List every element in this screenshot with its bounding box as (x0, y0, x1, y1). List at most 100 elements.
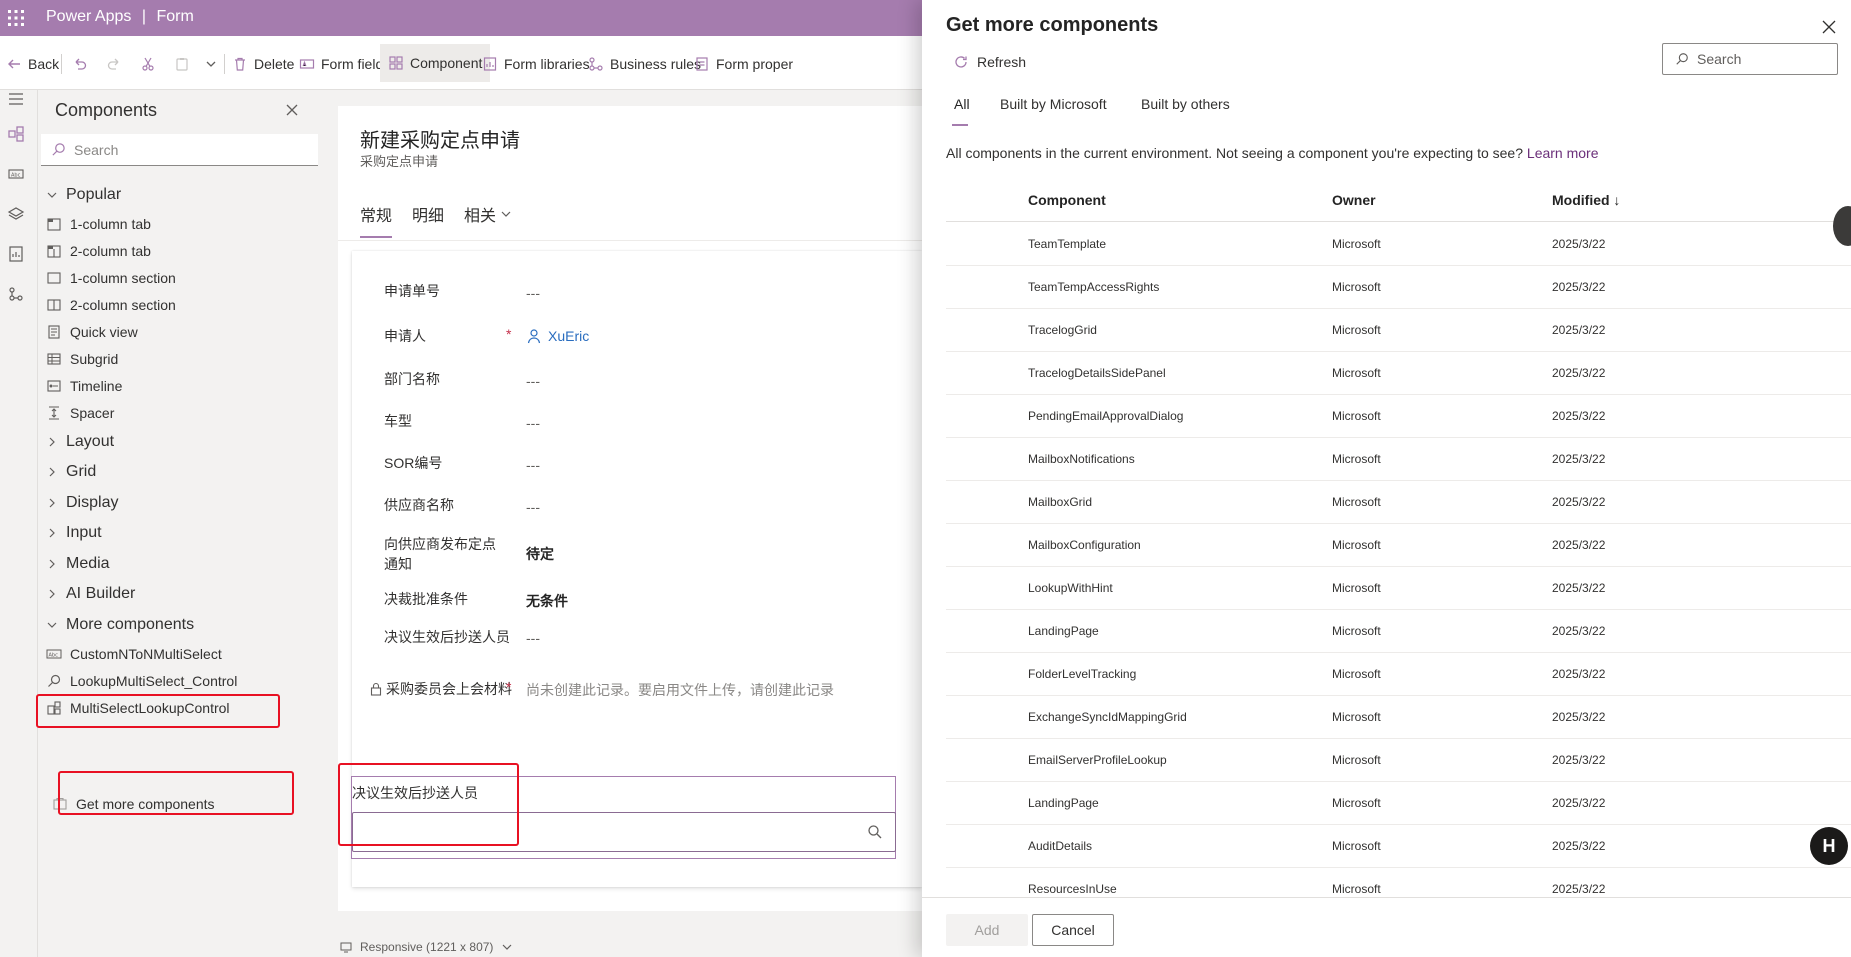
business-rules-button[interactable]: Business rules (588, 53, 701, 75)
table-row[interactable]: TracelogDetailsSidePanel Microsoft 2025/3/… (946, 352, 1851, 395)
app-launcher-icon[interactable] (7, 9, 25, 27)
component-item-subgrid[interactable]: Subgrid (46, 351, 118, 367)
assistant-button[interactable]: H (1810, 827, 1848, 865)
form-libraries-button[interactable]: Form libraries (482, 53, 590, 75)
delete-button[interactable]: Delete (232, 53, 294, 75)
field-value[interactable]: --- (526, 283, 540, 303)
redo-button[interactable] (106, 53, 122, 75)
components-rail-icon[interactable] (7, 125, 25, 143)
table-row[interactable]: AuditDetails Microsoft 2025/3/22 (946, 825, 1851, 868)
table-row[interactable]: LandingPage Microsoft 2025/3/22 (946, 782, 1851, 825)
group-media[interactable]: Media (46, 555, 110, 573)
search-icon (48, 674, 61, 687)
table-row[interactable]: TeamTemplate Microsoft 2025/3/22 (946, 223, 1851, 266)
group-label: Popular (66, 186, 122, 203)
cell-component-name: TeamTemplate (1028, 237, 1107, 251)
group-grid[interactable]: Grid (46, 463, 96, 481)
table-row[interactable]: MailboxGrid Microsoft 2025/3/22 (946, 481, 1851, 524)
group-ai-builder[interactable]: AI Builder (46, 585, 135, 603)
group-display[interactable]: Display (46, 494, 118, 512)
form-field-button[interactable]: Form field (299, 53, 383, 75)
field-value[interactable]: --- (526, 455, 540, 475)
component-item-custom-n-to-n[interactable]: Abc CustomNToNMultiSelect (46, 646, 222, 662)
add-button[interactable]: Add (946, 914, 1028, 946)
paste-button[interactable] (174, 53, 190, 75)
table-columns-rail-icon[interactable]: Abc (7, 165, 25, 183)
field-value[interactable]: 待定 (526, 544, 554, 564)
tree-view-rail-icon[interactable] (7, 205, 25, 223)
group-popular[interactable]: Popular (46, 186, 121, 204)
applicant-lookup-link[interactable]: XuEric (526, 326, 589, 346)
table-row[interactable]: MailboxConfiguration Microsoft 2025/3/22 (946, 524, 1851, 567)
svg-text:Abc: Abc (11, 173, 21, 179)
field-value[interactable]: --- (526, 371, 540, 391)
group-layout[interactable]: Layout (46, 433, 114, 451)
responsive-selector[interactable]: Responsive (1221 x 807) (340, 940, 513, 954)
table-row[interactable]: TeamTempAccessRights Microsoft 2025/3/22 (946, 266, 1851, 309)
field-label-locked: 采购委员会上会材料 (370, 679, 512, 699)
table-row[interactable]: ExchangeSyncIdMappingGrid Microsoft 2025/3… (946, 696, 1851, 739)
column-header-modified[interactable]: Modified ↓ (1552, 192, 1620, 208)
table-row[interactable]: FolderLevelTracking Microsoft 2025/3/22 (946, 653, 1851, 696)
undo-icon (75, 58, 87, 70)
dialog-info-text: All components in the current environmen… (946, 145, 1599, 161)
highlight-box (338, 763, 519, 846)
undo-button[interactable] (72, 53, 88, 75)
column-header-owner[interactable]: Owner (1332, 192, 1376, 208)
more-dropdown-button[interactable] (203, 53, 219, 75)
component-item-spacer[interactable]: Spacer (46, 405, 114, 421)
field-value[interactable]: --- (526, 497, 540, 517)
field-value[interactable]: --- (526, 413, 540, 433)
column-header-component[interactable]: Component (1028, 192, 1106, 208)
close-icon[interactable] (1822, 20, 1836, 34)
tab-general[interactable]: 常规 (360, 202, 392, 226)
group-input[interactable]: Input (46, 524, 102, 542)
table-row[interactable]: LookupWithHint Microsoft 2025/3/22 (946, 567, 1851, 610)
group-label: Input (66, 524, 102, 541)
component-item-timeline[interactable]: Timeline (46, 378, 122, 394)
chevron-down-icon (206, 61, 216, 67)
component-button[interactable]: Component (380, 44, 491, 82)
tab-details[interactable]: 明细 (412, 202, 444, 226)
tab-built-by-others[interactable]: Built by others (1141, 96, 1230, 112)
cell-owner: Microsoft (1332, 581, 1381, 595)
highlight-box (58, 771, 294, 815)
table-row[interactable]: PendingEmailApprovalDialog Microsoft 2025/… (946, 395, 1851, 438)
cell-component-name: MailboxNotifications (1028, 452, 1135, 466)
item-label: 1-column section (70, 270, 176, 286)
tab-built-by-microsoft[interactable]: Built by Microsoft (1000, 96, 1107, 112)
learn-more-link[interactable]: Learn more (1527, 145, 1599, 161)
cell-modified: 2025/3/22 (1552, 710, 1606, 724)
form-libraries-rail-icon[interactable] (7, 245, 25, 263)
component-item-lookup-multiselect[interactable]: LookupMultiSelect_Control (46, 673, 237, 689)
tab-related[interactable]: 相关 (464, 202, 512, 226)
table-row[interactable]: TracelogGrid Microsoft 2025/3/22 (946, 309, 1851, 352)
chevron-right-icon (49, 437, 55, 447)
refresh-button[interactable]: Refresh (953, 54, 1026, 70)
cell-modified: 2025/3/22 (1552, 796, 1606, 810)
component-item-1-column-section[interactable]: 1-column section (46, 270, 176, 286)
tab-all[interactable]: All (954, 96, 970, 112)
field-value[interactable]: --- (526, 628, 540, 648)
cancel-button[interactable]: Cancel (1032, 914, 1114, 946)
hamburger-icon[interactable] (7, 90, 25, 108)
table-row[interactable]: EmailServerProfileLookup Microsoft 2025/3/… (946, 739, 1851, 782)
components-search-input[interactable]: Search (41, 134, 318, 166)
component-item-2-column-section[interactable]: 2-column section (46, 297, 176, 313)
component-item-1-column-tab[interactable]: 1-column tab (46, 216, 151, 232)
table-row[interactable]: MailboxNotifications Microsoft 2025/3/22 (946, 438, 1851, 481)
table-row[interactable]: LandingPage Microsoft 2025/3/22 (946, 610, 1851, 653)
back-button[interactable]: Back (6, 53, 59, 75)
two-column-tab-icon (47, 245, 61, 258)
group-more-components[interactable]: More components (46, 616, 194, 634)
form-properties-button[interactable]: Form proper (694, 53, 793, 75)
component-item-quick-view[interactable]: Quick view (46, 324, 138, 340)
title-separator: | (141, 8, 146, 25)
field-value[interactable]: 无条件 (526, 591, 568, 611)
business-rules-rail-icon[interactable] (7, 285, 25, 303)
dialog-search-input[interactable]: Search (1662, 43, 1838, 75)
component-item-2-column-tab[interactable]: 2-column tab (46, 243, 151, 259)
close-icon[interactable] (284, 102, 300, 118)
components-panel: Components Search Popular 1-column tab 2… (36, 90, 318, 957)
cut-button[interactable] (140, 53, 156, 75)
